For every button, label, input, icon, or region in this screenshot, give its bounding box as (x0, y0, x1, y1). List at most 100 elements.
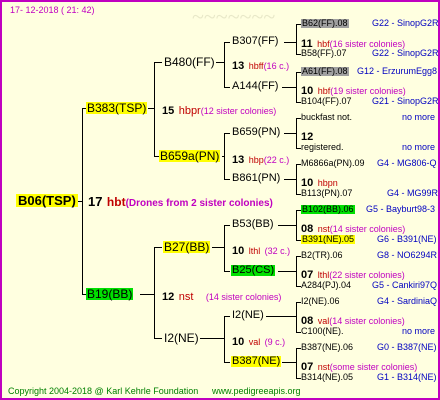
gen2-node[interactable]: B27(BB) (163, 241, 211, 253)
gen4-node[interactable]: B314(NE).05 (301, 373, 353, 382)
gen1-node[interactable]: B19(BB) (86, 288, 134, 300)
connector (224, 225, 230, 226)
connector (284, 42, 297, 43)
gen3-abbr: nst (317, 362, 330, 372)
gen1-num: 12 (162, 291, 175, 303)
gen4-code: no more (402, 112, 436, 122)
gen1-sisters: (14 sister colonies) (205, 292, 282, 302)
gen2-abbr: val (248, 337, 261, 347)
connector (278, 271, 297, 272)
gen4-node[interactable]: A284(PJ).04 (301, 281, 351, 290)
gen3-node[interactable]: A144(FF) (232, 81, 278, 92)
gen3-node[interactable]: B53(BB) (232, 219, 274, 230)
gen1-sisters: (12 sister colonies) (200, 106, 277, 116)
gen1-info: 12 nst (14 sister colonies) (162, 288, 281, 304)
gen2-sisters: (32 c.) (264, 246, 291, 256)
gen3-abbr: hbf (317, 86, 331, 96)
connector (154, 62, 162, 63)
gen2-node[interactable]: B480(FF) (164, 56, 215, 68)
gen3-sisters: (14 sister colonies) (329, 316, 405, 326)
gen4-node[interactable]: M6866a(PN).09 (301, 159, 365, 168)
gen4-code: G4 - MG806-Q (377, 158, 437, 168)
gen4-code: G22 - SinopG2R (372, 48, 439, 58)
gen4-code: no more (402, 142, 436, 152)
connector (224, 87, 230, 88)
root-abbr: hbt (106, 195, 126, 209)
gen4-node[interactable]: B2(TR).06 (301, 251, 343, 260)
gen4-node[interactable]: B113(PN).07 (301, 189, 352, 198)
pedigree-page: ~~~~~~~ 17- 12-2018 ( 21: 42) B06(TSP) 1… (0, 0, 440, 400)
connector (296, 348, 297, 378)
gen2-info: 10 lthl (32 c.) (232, 242, 290, 258)
gen4-node[interactable]: B102(BB).06 (301, 205, 355, 214)
gen2-abbr: lthl (248, 246, 261, 256)
gen2-num: 10 (232, 245, 245, 257)
connector (154, 62, 155, 156)
gen2-num: 13 (232, 60, 245, 72)
gen3-abbr: hbpn (317, 178, 338, 188)
gen3-node[interactable]: B307(FF) (232, 36, 278, 47)
gen4-node[interactable]: B387(NE).06 (301, 343, 353, 352)
date-header: 17- 12-2018 ( 21: 42) (10, 5, 95, 15)
gen4-code: G1 - B314(NE) (377, 372, 437, 382)
root-node[interactable]: B06(TSP) (16, 194, 78, 207)
gen3-node[interactable]: B25(CS) (231, 265, 276, 276)
root-num: 17 (88, 194, 103, 209)
gen1-num: 15 (162, 105, 175, 117)
gen3-abbr: lthl (317, 270, 330, 280)
gen4-code: G4 - SardiniaQ (377, 296, 438, 306)
connector (148, 108, 155, 109)
gen4-node[interactable]: B62(FF).08 (301, 19, 349, 28)
connector (140, 294, 155, 295)
connector (282, 87, 297, 88)
gen1-node[interactable]: B383(TSP) (86, 102, 148, 114)
gen3-node[interactable]: I2(NE) (232, 310, 264, 321)
gen2-node[interactable]: B659a(PN) (159, 150, 221, 162)
connector (224, 271, 230, 272)
gen4-code: G21 - SinopG2R (372, 96, 439, 106)
connector (222, 156, 225, 157)
connector (296, 302, 297, 332)
connector (212, 247, 225, 248)
gen4-code: G5 - Bayburt98-3 (366, 204, 436, 214)
gen2-info: 10 val (9 c.) (232, 333, 285, 349)
footer-link[interactable]: www.pedigreeapis.org (212, 387, 301, 396)
gen4-node[interactable]: buckfast not. (301, 113, 352, 122)
connector (224, 133, 230, 134)
gen4-node[interactable]: A61(FF).08 (301, 67, 349, 76)
gen1-info: 15 hbpr(12 sister colonies) (162, 102, 276, 118)
gen2-abbr: hbp (248, 155, 264, 165)
connector (224, 316, 230, 317)
copyright: Copyright 2004-2018 @ Karl Kehrle Founda… (8, 386, 199, 396)
connector (216, 62, 225, 63)
watermark: ~~~~~~~ (192, 4, 276, 29)
connector (284, 133, 297, 134)
connector (224, 42, 225, 87)
gen4-node[interactable]: C100(NE). (301, 327, 344, 336)
connector (296, 24, 297, 54)
gen1-abbr: nst (178, 291, 194, 303)
gen4-code: no more (402, 326, 436, 336)
gen3-abbr: nst (317, 224, 330, 234)
gen4-node[interactable]: I2(NE).06 (301, 297, 340, 306)
gen4-code: G0 - B387(NE) (377, 342, 437, 352)
gen4-node[interactable]: registered. (301, 143, 344, 152)
gen4-node[interactable]: B58(FF).07 (301, 49, 347, 58)
connector (200, 338, 225, 339)
connector (282, 362, 297, 363)
connector (154, 247, 155, 338)
connector (224, 316, 225, 362)
connector (224, 362, 230, 363)
gen3-node[interactable]: B387(NE) (231, 356, 282, 367)
gen2-abbr: hbff (248, 61, 264, 71)
gen2-node[interactable]: I2(NE) (164, 332, 199, 344)
gen2-num: 10 (232, 336, 245, 348)
gen3-node[interactable]: B659(PN) (232, 127, 280, 138)
root-sisters: (Drones from 2 sister colonies) (125, 198, 273, 209)
gen1-abbr: hbpr (178, 105, 201, 117)
gen4-code: G12 - ErzurumEgg8 (357, 66, 438, 76)
gen4-node[interactable]: B104(FF).07 (301, 97, 352, 106)
connector (266, 316, 297, 317)
gen3-node[interactable]: B861(PN) (232, 173, 280, 184)
gen4-node[interactable]: B391(NE).05 (301, 235, 356, 244)
